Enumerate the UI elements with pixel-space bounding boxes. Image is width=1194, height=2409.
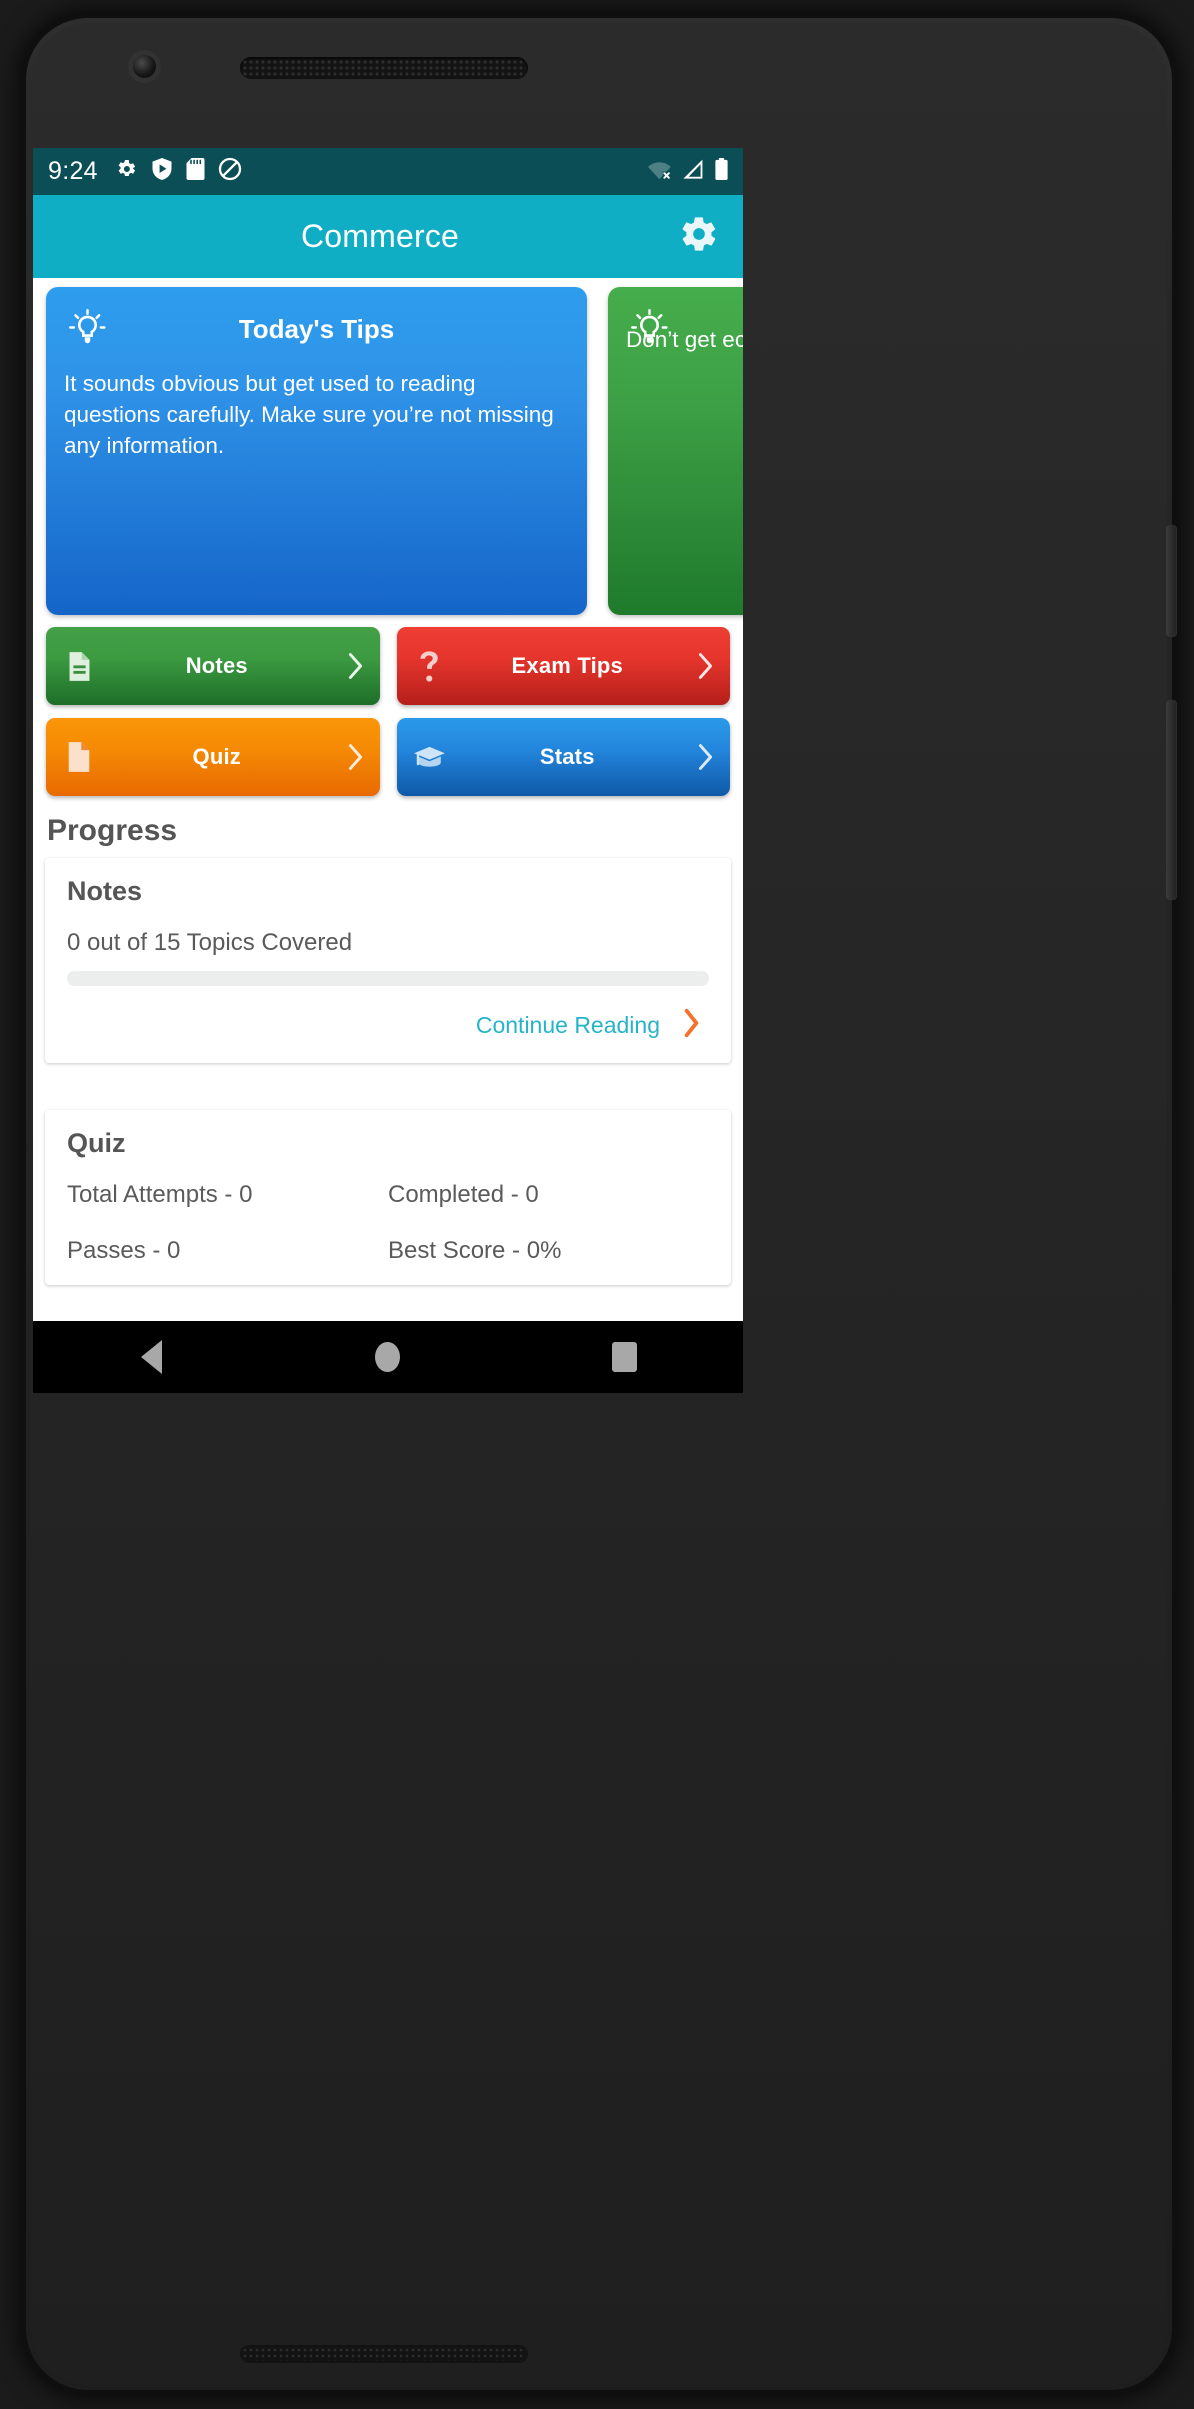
notes-button[interactable]: Notes (46, 627, 380, 705)
android-navigation-bar (33, 1321, 743, 1393)
phone-screen: 9:24 Commerce Today's Tips It sounds obv… (33, 148, 743, 1393)
exam-tips-button-label: Exam Tips (511, 653, 623, 678)
recents-nav-button[interactable] (565, 1321, 685, 1393)
lightbulb-icon (68, 307, 107, 351)
cellular-signal-icon (681, 157, 705, 186)
notes-button-label: Notes (185, 653, 248, 678)
page-title: Commerce (300, 218, 460, 254)
home-nav-icon (375, 1342, 401, 1372)
tip-card-next[interactable]: Don’t get ec each s (608, 287, 743, 615)
sd-card-icon (186, 157, 205, 186)
power-button[interactable] (1166, 525, 1177, 637)
notes-progress-subtitle: 0 out of 15 Topics Covered (67, 929, 353, 956)
home-nav-button[interactable] (328, 1321, 448, 1393)
chevron-right-icon (688, 652, 714, 680)
notes-progress-bar (67, 971, 709, 986)
earpiece-speaker (240, 57, 528, 79)
app-bar: Commerce (33, 195, 743, 278)
status-bar-clock: 9:24 (48, 157, 98, 185)
main-content: Today's Tips It sounds obvious but get u… (33, 278, 743, 1393)
tip-card-title: Today's Tips (238, 314, 395, 344)
stat-completed: Completed - 0 (388, 1181, 539, 1208)
stats-button[interactable]: Stats (396, 718, 730, 796)
chevron-right-icon (682, 1008, 701, 1043)
back-nav-button[interactable] (91, 1321, 211, 1393)
quiz-button[interactable]: Quiz (46, 718, 380, 796)
document-lines-icon (62, 651, 96, 682)
status-bar: 9:24 (33, 148, 743, 195)
battery-full-icon (714, 157, 729, 186)
exam-tips-button[interactable]: Exam Tips (396, 627, 730, 705)
card-spacer (33, 1063, 743, 1110)
page-icon (62, 741, 96, 773)
chevron-right-icon (338, 743, 364, 771)
tips-carousel[interactable]: Today's Tips It sounds obvious but get u… (33, 278, 743, 615)
notes-progress-card: Notes 0 out of 15 Topics Covered Continu… (45, 858, 731, 1063)
chevron-right-icon (688, 743, 714, 771)
quiz-stats-title: Quiz (67, 1128, 126, 1158)
continue-reading-label: Continue Reading (475, 1012, 660, 1038)
settings-button[interactable] (671, 214, 727, 259)
phone-frame: 9:24 Commerce Today's Tips It sounds obv… (0, 0, 1194, 2409)
stat-best-score: Best Score - 0% (388, 1237, 562, 1264)
bottom-speaker (240, 2345, 528, 2363)
shield-play-icon (151, 157, 173, 186)
question-mark-icon (413, 650, 447, 683)
chevron-right-icon (338, 652, 364, 680)
action-button-grid: Notes Exam Tips Quiz Stats (33, 615, 743, 796)
gear-icon (679, 214, 719, 259)
stats-button-label: Stats (539, 744, 595, 769)
graduation-cap-icon (413, 745, 447, 770)
front-camera-icon (133, 55, 156, 78)
quiz-button-label: Quiz (192, 744, 241, 769)
stat-total-attempts: Total Attempts - 0 (67, 1181, 253, 1208)
quiz-stats-card: Quiz Total Attempts - 0 Completed - 0 Pa… (45, 1110, 731, 1285)
wifi-off-icon (647, 157, 672, 186)
progress-heading: Progress (47, 814, 178, 847)
volume-button[interactable] (1166, 700, 1177, 900)
lightbulb-icon (630, 307, 669, 351)
stat-passes: Passes - 0 (67, 1237, 181, 1264)
back-nav-icon (140, 1340, 162, 1374)
do-not-disturb-icon (218, 157, 242, 186)
continue-reading-button[interactable]: Continue Reading (67, 986, 709, 1053)
tip-card-body: It sounds obvious but get used to readin… (64, 371, 554, 458)
quiz-stats-grid: Total Attempts - 0 Completed - 0 Passes … (67, 1181, 709, 1275)
notes-progress-title: Notes (67, 876, 143, 906)
gear-icon (114, 157, 138, 186)
tip-card-today[interactable]: Today's Tips It sounds obvious but get u… (46, 287, 587, 615)
recents-nav-icon (612, 1342, 638, 1372)
